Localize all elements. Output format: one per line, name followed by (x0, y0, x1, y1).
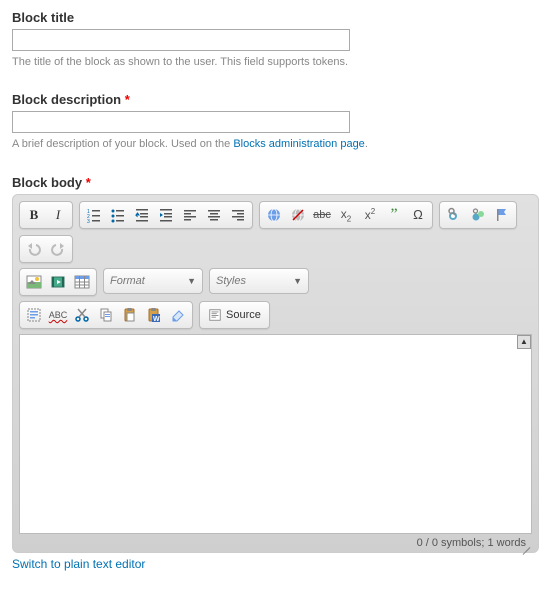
blocks-admin-link[interactable]: Blocks administration page (233, 138, 364, 150)
required-marker: * (86, 175, 91, 190)
selectall-icon (26, 307, 42, 323)
spellcheck-icon: ABC (49, 310, 68, 320)
format-dropdown[interactable]: Format ▼ (103, 268, 203, 294)
align-right-icon (230, 207, 246, 223)
bold-button[interactable]: B (22, 204, 46, 226)
link-icon (266, 207, 282, 223)
styles-label: Styles (216, 275, 246, 287)
indent-button[interactable] (154, 204, 178, 226)
status-counter: 0 / 0 symbols; 1 words (417, 537, 526, 549)
bold-icon: B (30, 207, 39, 223)
image-button[interactable] (22, 271, 46, 293)
indent-icon (158, 207, 174, 223)
link-button[interactable] (262, 204, 286, 226)
align-left-icon (182, 207, 198, 223)
numbered-list-button[interactable]: 123 (82, 204, 106, 226)
redo-icon (50, 241, 66, 257)
subscript-button[interactable]: x2 (334, 204, 358, 226)
scroll-up-button[interactable]: ▲ (517, 335, 531, 349)
numbered-list-icon: 123 (86, 207, 102, 223)
unlink-icon (290, 207, 306, 223)
subscript-icon: x2 (341, 207, 351, 223)
copy-button[interactable] (94, 304, 118, 326)
paste-word-icon: W (146, 307, 162, 323)
block-title-input[interactable] (12, 29, 350, 51)
source-icon (208, 308, 222, 322)
chevron-down-icon: ▼ (293, 276, 302, 286)
rich-text-editor: B I 123 abc x2 x2 ” Ω (12, 194, 539, 553)
remove-format-button[interactable] (166, 304, 190, 326)
paste-button[interactable] (118, 304, 142, 326)
eraser-icon (170, 307, 186, 323)
italic-button[interactable]: I (46, 204, 70, 226)
format-label: Format (110, 275, 145, 287)
italic-icon: I (56, 207, 60, 223)
block-title-label: Block title (12, 10, 539, 25)
resize-handle[interactable] (518, 538, 530, 550)
spellcheck-button[interactable]: ABC (46, 304, 70, 326)
paste-icon (122, 307, 138, 323)
undo-icon (26, 241, 42, 257)
undo-button[interactable] (22, 238, 46, 260)
find-button[interactable] (442, 204, 466, 226)
block-body-label: Block body * (12, 175, 539, 190)
block-description-help: A brief description of your block. Used … (12, 137, 539, 152)
styles-dropdown[interactable]: Styles ▼ (209, 268, 309, 294)
svg-text:W: W (153, 316, 160, 323)
omega-icon: Ω (413, 207, 423, 222)
table-button[interactable] (70, 271, 94, 293)
align-right-button[interactable] (226, 204, 250, 226)
superscript-button[interactable]: x2 (358, 204, 382, 226)
block-title-help: The title of the block as shown to the u… (12, 55, 539, 70)
cut-button[interactable] (70, 304, 94, 326)
align-left-button[interactable] (178, 204, 202, 226)
replace-icon (470, 207, 486, 223)
flag-icon (494, 207, 510, 223)
chevron-down-icon: ▼ (187, 276, 196, 286)
media-button[interactable] (46, 271, 70, 293)
scissors-icon (74, 307, 90, 323)
image-icon (26, 274, 42, 290)
quote-icon: ” (390, 210, 397, 220)
triangle-up-icon: ▲ (520, 337, 528, 346)
media-icon (50, 274, 66, 290)
specialchar-button[interactable]: Ω (406, 204, 430, 226)
svg-text:3: 3 (87, 219, 90, 223)
bullet-list-button[interactable] (106, 204, 130, 226)
selectall-button[interactable] (22, 304, 46, 326)
outdent-button[interactable] (130, 204, 154, 226)
source-button[interactable]: Source (202, 304, 267, 326)
block-description-label: Block description * (12, 92, 539, 107)
blockquote-button[interactable]: ” (382, 204, 406, 226)
editor-content-area[interactable]: ▲ (19, 334, 532, 534)
superscript-icon: x2 (365, 207, 375, 222)
align-center-icon (206, 207, 222, 223)
replace-button[interactable] (466, 204, 490, 226)
find-icon (446, 207, 462, 223)
paste-word-button[interactable]: W (142, 304, 166, 326)
copy-icon (98, 307, 114, 323)
align-center-button[interactable] (202, 204, 226, 226)
strike-icon: abc (313, 209, 331, 221)
switch-plain-text-link[interactable]: Switch to plain text editor (12, 557, 145, 571)
unlink-button[interactable] (286, 204, 310, 226)
block-description-input[interactable] (12, 111, 350, 133)
table-icon (74, 274, 90, 290)
strike-button[interactable]: abc (310, 204, 334, 226)
outdent-icon (134, 207, 150, 223)
redo-button[interactable] (46, 238, 70, 260)
bullet-list-icon (110, 207, 126, 223)
required-marker: * (125, 92, 130, 107)
anchor-button[interactable] (490, 204, 514, 226)
